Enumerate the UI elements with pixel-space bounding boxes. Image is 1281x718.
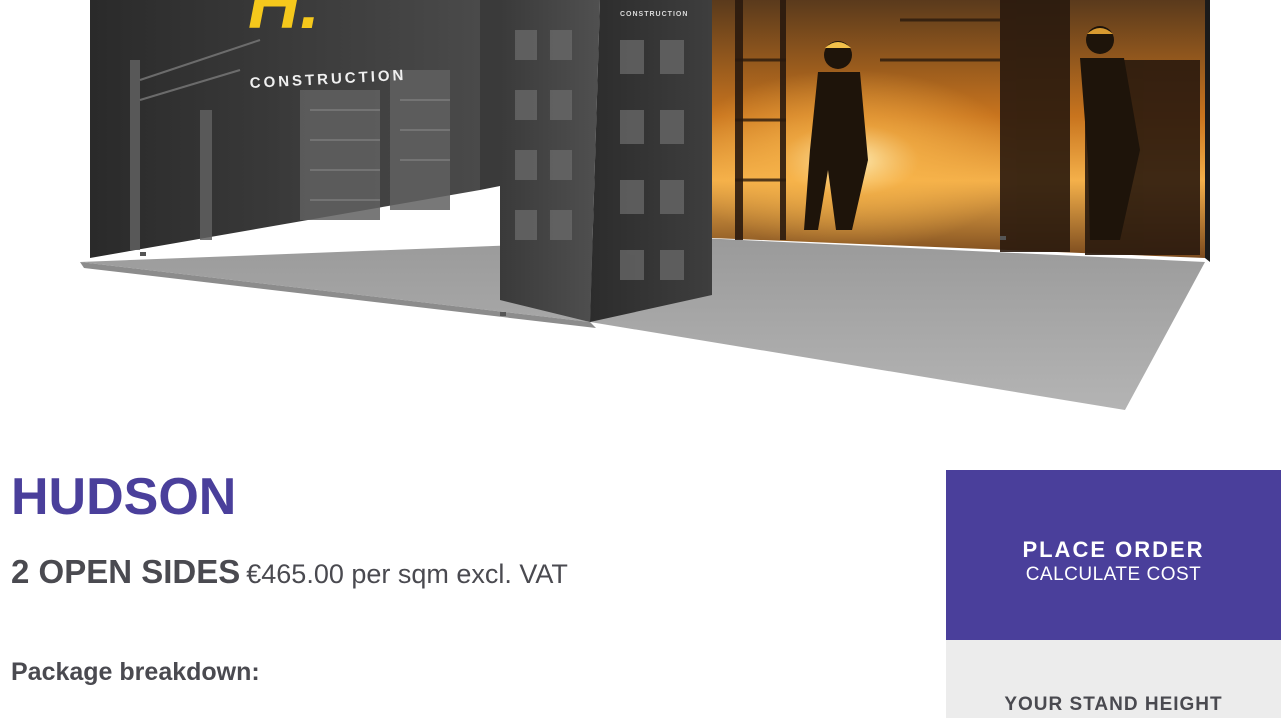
stand-logo-letters: H. [248, 0, 320, 44]
tower-logo-word: CONSTRUCTION [620, 11, 688, 18]
product-title: HUDSON [11, 468, 237, 526]
stand-height-label: YOUR STAND HEIGHT [1004, 694, 1223, 715]
calculate-cost-label: CALCULATE COST [1025, 564, 1202, 585]
price-per-sqm: €465.00 per sqm excl. VAT [246, 559, 568, 589]
open-sides-label: 2 OPEN SIDES [11, 553, 241, 590]
place-order-button[interactable]: PLACE ORDER CALCULATE COST [946, 470, 1281, 640]
package-breakdown-heading: Package breakdown: [11, 658, 260, 686]
stand-tower-right [590, 0, 712, 322]
order-panel: PLACE ORDER CALCULATE COST [946, 470, 1281, 718]
place-order-label: PLACE ORDER [1022, 537, 1205, 562]
price-line: 2 OPEN SIDES €465.00 per sqm excl. VAT [11, 553, 568, 591]
product-page: H. CONSTRUCTION CONSTRUCTION HUDSON 2 OP… [0, 0, 1281, 718]
stand-image: H. CONSTRUCTION CONSTRUCTION [80, 0, 1210, 410]
